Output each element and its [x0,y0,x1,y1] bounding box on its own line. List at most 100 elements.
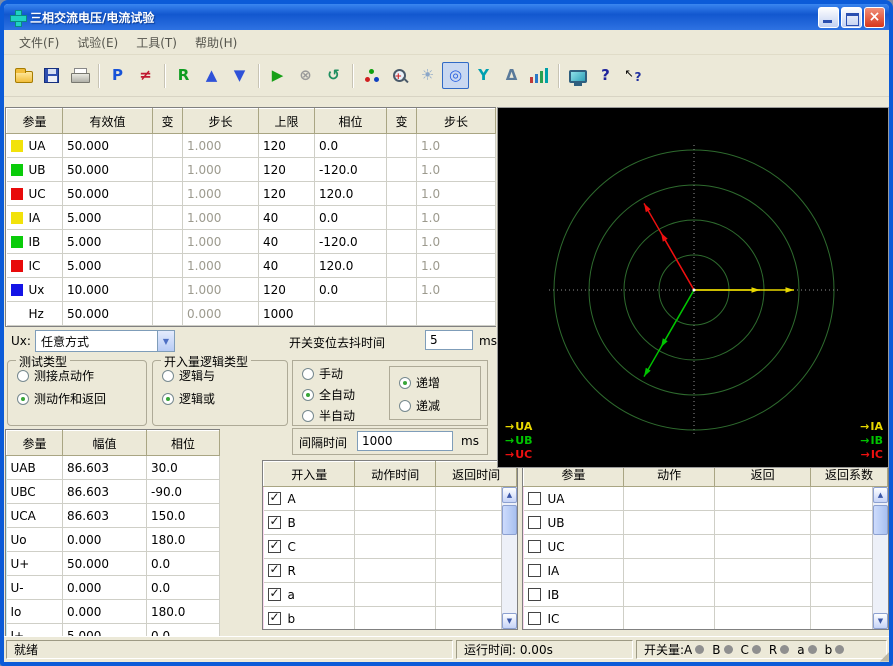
table-row[interactable]: UB [524,511,888,535]
checkbox[interactable] [268,516,281,529]
phasor-button[interactable] [358,62,385,89]
cell-value[interactable]: 10.000 [63,278,153,302]
reset-button[interactable]: R [170,62,197,89]
open-button[interactable] [10,62,37,89]
save-button[interactable] [38,62,65,89]
table-row[interactable]: R [264,559,517,583]
scroll-up-icon[interactable]: ▲ [873,487,888,503]
scroll-thumb[interactable] [873,505,888,535]
minimize-button[interactable] [818,7,839,28]
cell-value[interactable]: 50.000 [63,182,153,206]
checkbox[interactable] [528,588,541,601]
checkbox[interactable] [268,492,281,505]
checkbox[interactable] [268,612,281,625]
radio-increase[interactable]: 递增 [399,374,480,391]
not-equal-button[interactable]: ≠ [132,62,159,89]
table-row[interactable]: b [264,607,517,631]
scroll-down-icon[interactable]: ▼ [502,613,517,629]
cell-limit[interactable]: 40 [259,206,315,230]
scroll-thumb[interactable] [502,505,517,535]
delta-connection-button[interactable]: Δ [498,62,525,89]
power-output-button[interactable]: P [104,62,131,89]
checkbox[interactable] [528,516,541,529]
cell-phase[interactable]: -120.0 [315,230,387,254]
cell-limit[interactable]: 120 [259,278,315,302]
cell-phase[interactable]: 120.0 [315,254,387,278]
table-row[interactable]: UA 50.000 1.000 120 0.0 1.0 [7,134,496,158]
cell-limit[interactable]: 40 [259,254,315,278]
cell-value[interactable]: 50.000 [63,158,153,182]
raise-button[interactable]: ▲ [198,62,225,89]
table-row[interactable]: a [264,583,517,607]
context-help-button[interactable]: ? [620,62,647,89]
lower-button[interactable]: ▼ [226,62,253,89]
cell-value[interactable]: 5.000 [63,230,153,254]
menu-file[interactable]: 文件(F) [10,31,68,54]
cell-phase[interactable]: 0.0 [315,134,387,158]
checkbox[interactable] [528,540,541,553]
radio-decrease[interactable]: 递减 [399,397,480,414]
cell-phase[interactable]: 0.0 [315,206,387,230]
stop-button[interactable]: ⊗ [292,62,319,89]
brightness-button[interactable]: ☀ [414,62,441,89]
cell-phase[interactable]: 120.0 [315,182,387,206]
cell-limit[interactable]: 120 [259,134,315,158]
cell-value[interactable]: 50.000 [63,302,153,326]
cell-limit[interactable]: 120 [259,182,315,206]
cell-limit[interactable]: 1000 [259,302,315,326]
table-row[interactable]: A [264,487,517,511]
chevron-down-icon[interactable]: ▼ [157,331,174,351]
start-button[interactable]: ▶ [264,62,291,89]
close-button[interactable]: × [864,7,885,28]
menu-test[interactable]: 试验(E) [68,31,127,54]
table-row[interactable]: C [264,535,517,559]
cell-phase[interactable]: 0.0 [315,278,387,302]
checkbox[interactable] [528,492,541,505]
table-row[interactable]: UC 50.000 1.000 120 120.0 1.0 [7,182,496,206]
table-row[interactable]: IA [524,559,888,583]
table-row[interactable]: IB 5.000 1.000 40 -120.0 1.0 [7,230,496,254]
radio-test-action-return[interactable]: 测动作和返回 [17,390,146,407]
scrollbar[interactable]: ▲ ▼ [501,487,517,629]
harmonics-button[interactable] [526,62,553,89]
menu-help[interactable]: 帮助(H) [186,31,246,54]
undo-button[interactable]: ↺ [320,62,347,89]
debounce-input[interactable]: 5 [425,330,473,350]
table-row[interactable]: IC [524,607,888,631]
table-row[interactable]: IB [524,583,888,607]
cell-phase[interactable]: -120.0 [315,158,387,182]
table-row[interactable]: UA [524,487,888,511]
interval-input[interactable]: 1000 [357,431,453,451]
table-row[interactable]: UC [524,535,888,559]
help-button[interactable]: ? [592,62,619,89]
wye-connection-button[interactable]: Y [470,62,497,89]
cell-value[interactable]: 5.000 [63,206,153,230]
print-button[interactable] [66,62,93,89]
menu-tools[interactable]: 工具(T) [127,31,186,54]
table-row[interactable]: Hz 50.000 0.000 1000 [7,302,496,326]
vector-view-button[interactable]: ◎ [442,62,469,89]
table-row[interactable]: B [264,511,517,535]
cell-limit[interactable]: 40 [259,230,315,254]
table-row[interactable]: Ux 10.000 1.000 120 0.0 1.0 [7,278,496,302]
maximize-button[interactable] [841,7,862,28]
checkbox[interactable] [268,588,281,601]
table-row[interactable]: IA 5.000 1.000 40 0.0 1.0 [7,206,496,230]
scrollbar[interactable]: ▲ ▼ [872,487,888,629]
cell-value[interactable]: 50.000 [63,134,153,158]
resize-grip[interactable]: ◢ [880,650,889,662]
scroll-down-icon[interactable]: ▼ [873,613,888,629]
ux-mode-select[interactable]: 任意方式 ▼ [35,330,175,352]
checkbox[interactable] [268,564,281,577]
checkbox[interactable] [528,612,541,625]
checkbox[interactable] [528,564,541,577]
checkbox[interactable] [268,540,281,553]
cell-limit[interactable]: 120 [259,158,315,182]
cell-phase[interactable] [315,302,387,326]
monitor-button[interactable] [564,62,591,89]
table-row[interactable]: IC 5.000 1.000 40 120.0 1.0 [7,254,496,278]
radio-logic-or[interactable]: 逻辑或 [162,390,287,407]
scroll-up-icon[interactable]: ▲ [502,487,517,503]
cell-value[interactable]: 5.000 [63,254,153,278]
table-row[interactable]: UB 50.000 1.000 120 -120.0 1.0 [7,158,496,182]
